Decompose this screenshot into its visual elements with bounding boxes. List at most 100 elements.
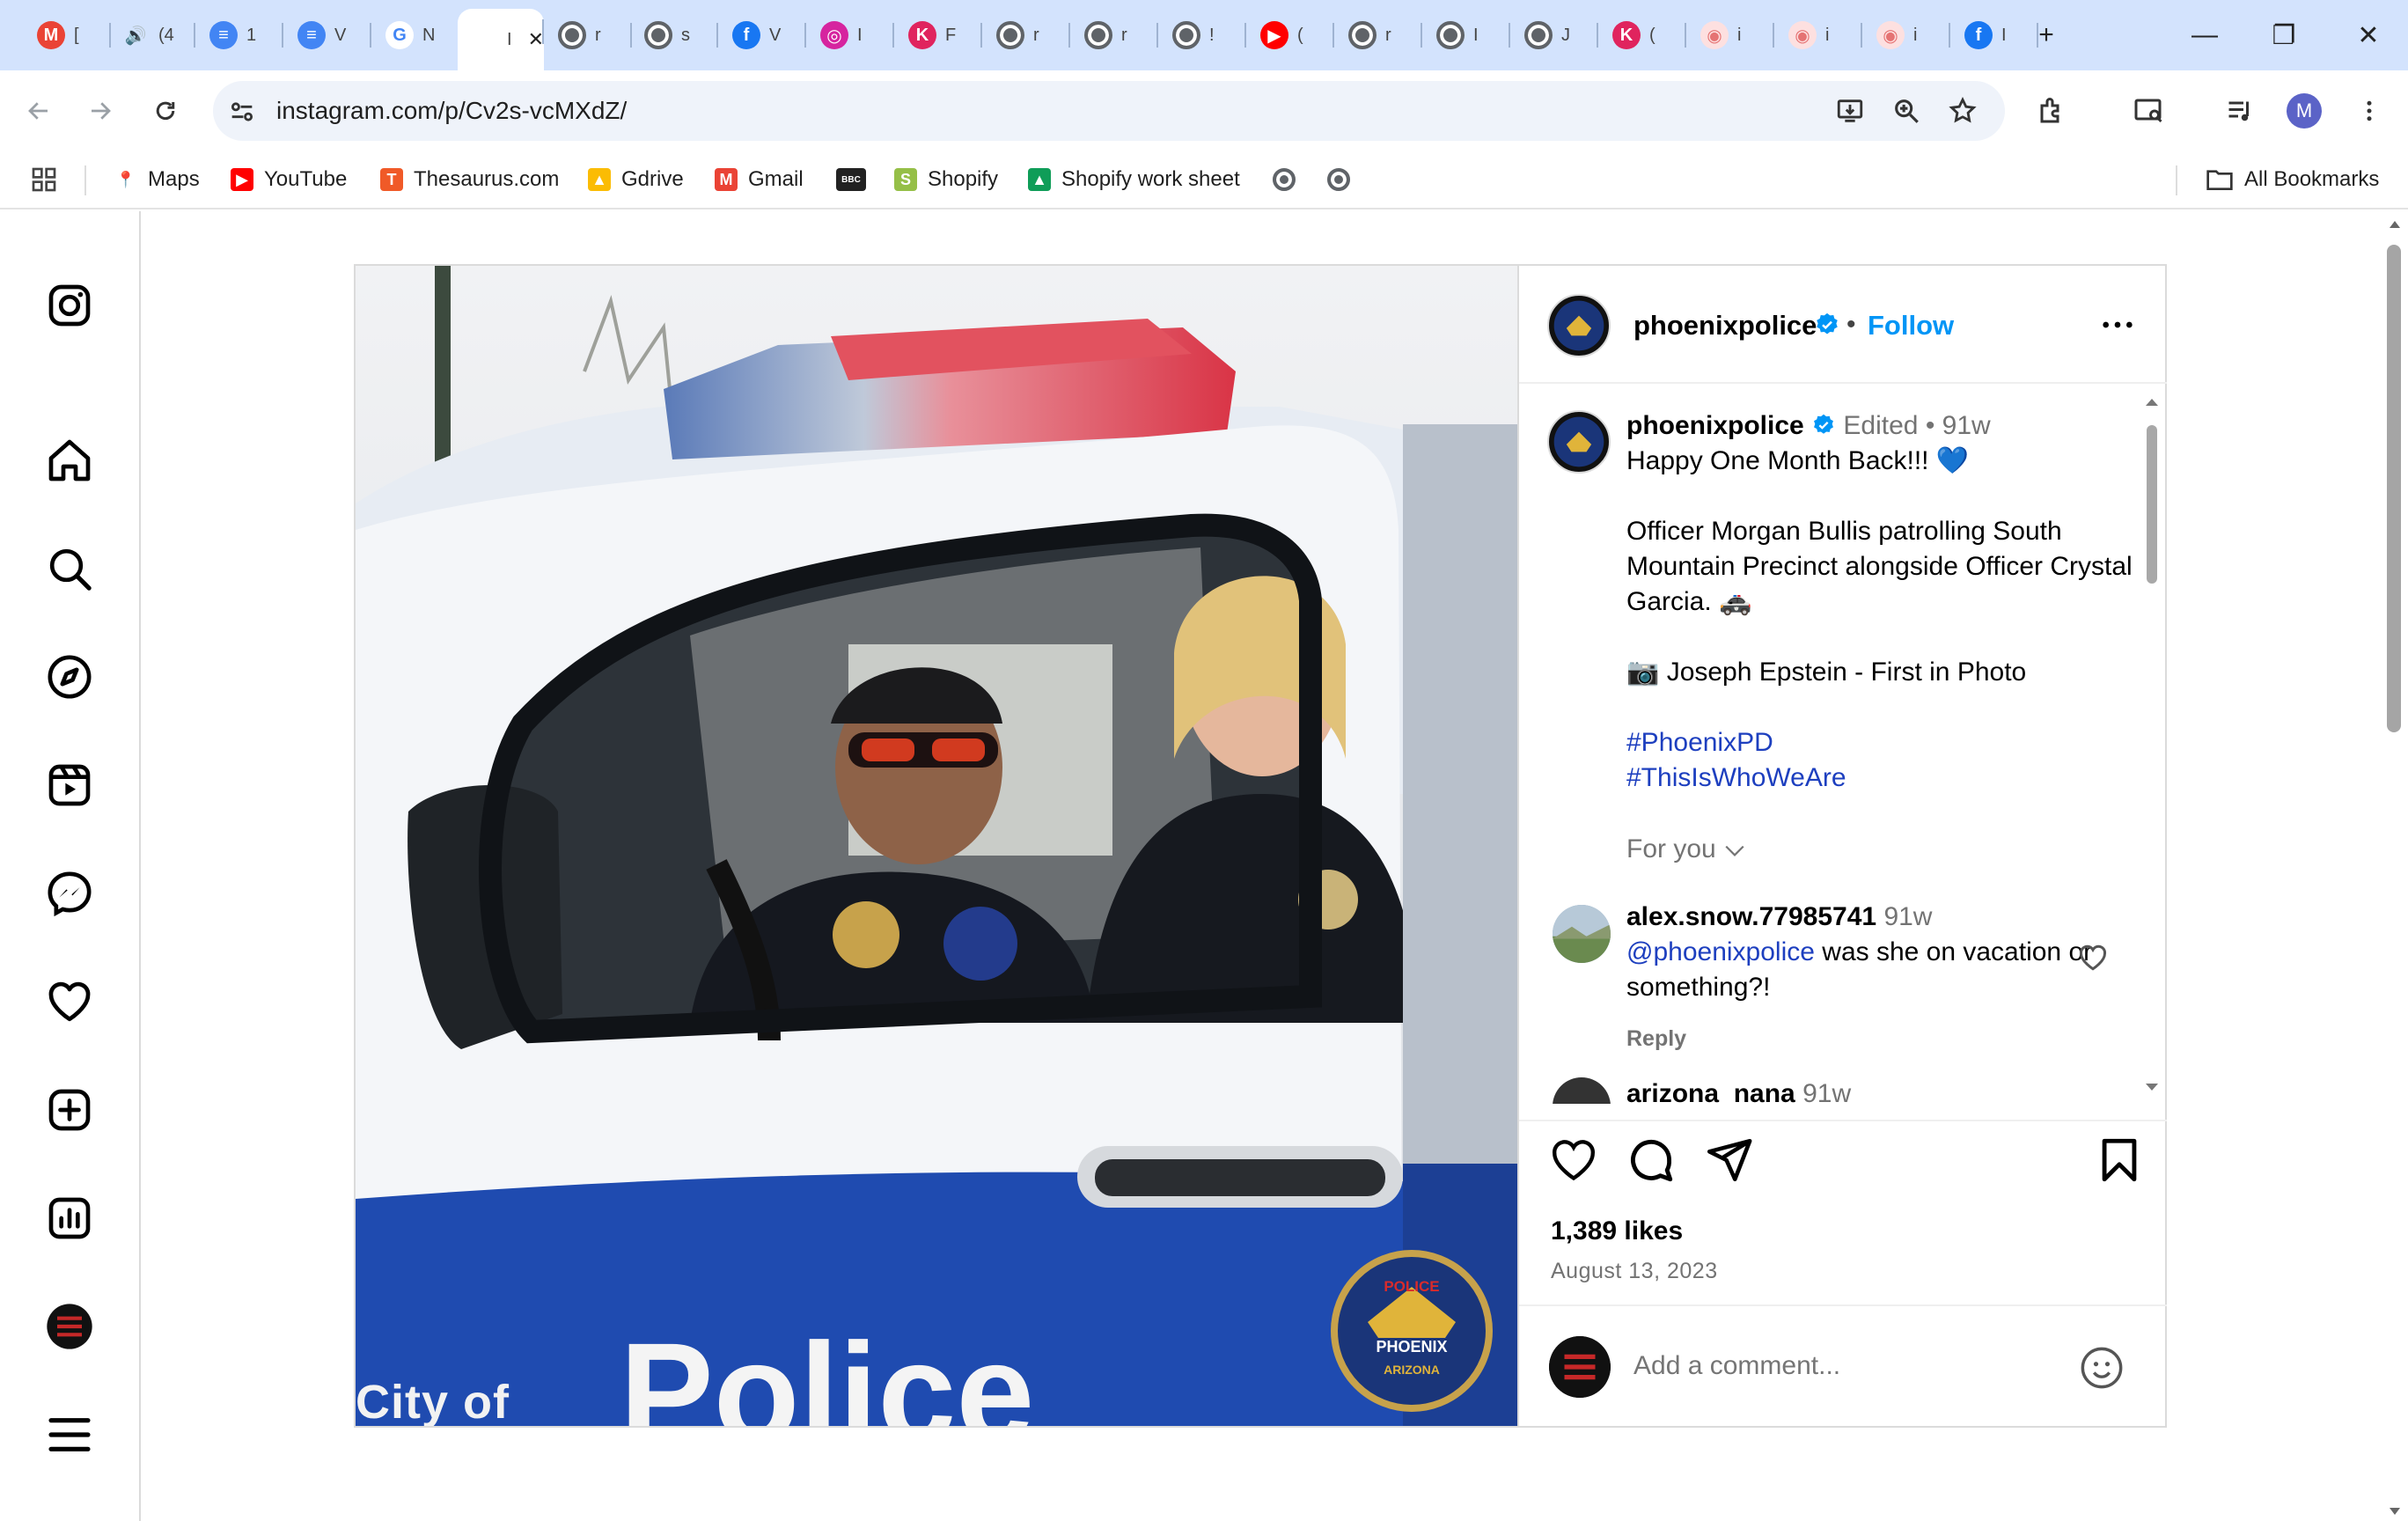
- profile-button[interactable]: M: [2280, 86, 2329, 136]
- post-photo[interactable]: City of Police POLICE PHOENIX ARIZONA: [356, 266, 1517, 1426]
- phoenixpolice-avatar[interactable]: [1547, 294, 1611, 357]
- for-you-dropdown[interactable]: For you: [1626, 834, 2137, 864]
- bookmark-item[interactable]: S Shopify: [894, 164, 998, 195]
- messenger-icon[interactable]: [40, 864, 99, 922]
- scroll-down-arrow-icon[interactable]: [2142, 1081, 2162, 1093]
- profile-avatar[interactable]: [40, 1297, 99, 1356]
- browser-tab[interactable]: ≡ V: [285, 12, 371, 58]
- back-button[interactable]: [14, 86, 63, 136]
- more-options-icon[interactable]: [2100, 312, 2135, 338]
- browser-tab[interactable]: ◉ i: [1688, 12, 1774, 58]
- instagram-logo-icon[interactable]: [40, 276, 99, 334]
- comments-scrollbar[interactable]: [2142, 396, 2162, 1093]
- browser-tab[interactable]: fV: [720, 12, 806, 58]
- search-icon[interactable]: [40, 540, 99, 598]
- page-scroll-up-icon[interactable]: [2387, 218, 2403, 231]
- install-app-icon[interactable]: [1825, 86, 1875, 136]
- media-controls-icon[interactable]: [2216, 86, 2265, 136]
- share-button[interactable]: [1700, 1132, 1757, 1188]
- browser-tab[interactable]: s: [632, 12, 718, 58]
- scrollbar-thumb[interactable]: [2147, 425, 2157, 584]
- reels-icon[interactable]: [40, 756, 99, 814]
- minimize-button[interactable]: —: [2183, 16, 2227, 55]
- browser-tab[interactable]: r: [1072, 12, 1158, 58]
- browser-tab[interactable]: KF: [896, 12, 982, 58]
- hashtag-phoenixpd[interactable]: #PhoenixPD: [1626, 725, 2137, 760]
- apps-icon[interactable]: [30, 164, 58, 195]
- header-username[interactable]: phoenixpolice: [1633, 310, 1817, 342]
- page-scrollbar[interactable]: [2382, 211, 2408, 1521]
- explore-icon[interactable]: [40, 648, 99, 706]
- heart-icon[interactable]: [40, 973, 99, 1031]
- caption-avatar[interactable]: [1547, 410, 1611, 474]
- browser-tab[interactable]: 🔊 (4: [109, 12, 195, 58]
- page-scrollbar-thumb[interactable]: [2387, 245, 2401, 732]
- create-icon[interactable]: [40, 1081, 99, 1139]
- url-text[interactable]: instagram.com/p/Cv2s-vcMXdZ/: [276, 97, 627, 125]
- bookmark-item[interactable]: M Gmail: [715, 164, 804, 195]
- comment-like-icon[interactable]: [2077, 942, 2109, 974]
- bookmark-item[interactable]: [1327, 164, 1350, 195]
- comment-username-2[interactable]: arizona_nana: [1626, 1079, 1795, 1104]
- caption-username[interactable]: phoenixpolice: [1626, 411, 1804, 440]
- reply-button[interactable]: Reply: [1626, 1021, 2119, 1056]
- bookmark-item[interactable]: BBC: [836, 164, 866, 195]
- scroll-up-arrow-icon[interactable]: [2142, 396, 2162, 408]
- dashboard-icon[interactable]: [40, 1189, 99, 1247]
- browser-tab[interactable]: r: [1336, 12, 1422, 58]
- commenter-avatar[interactable]: [1553, 905, 1611, 963]
- bookmark-star-icon[interactable]: [1938, 86, 1987, 136]
- new-tab-button[interactable]: +: [2024, 16, 2068, 55]
- all-bookmarks-button[interactable]: All Bookmarks: [2206, 164, 2379, 195]
- restore-button[interactable]: ❐: [2262, 16, 2306, 55]
- bookmark-item[interactable]: [1273, 164, 1296, 195]
- page-scroll-down-icon[interactable]: [2387, 1505, 2403, 1517]
- add-comment-input[interactable]: [1633, 1341, 2056, 1391]
- hashtag-thisiswhoweare[interactable]: #ThisIsWhoWeAre: [1626, 760, 2137, 796]
- tab-search-icon[interactable]: [2125, 86, 2174, 136]
- comment-mention[interactable]: @phoenixpolice: [1626, 937, 1815, 966]
- browser-tab[interactable]: GN: [373, 12, 459, 58]
- caption-age[interactable]: 91w: [1942, 411, 1991, 440]
- commenter-avatar-2[interactable]: [1553, 1077, 1611, 1104]
- bookmark-item[interactable]: T Thesaurus.com: [380, 164, 559, 195]
- home-icon[interactable]: [40, 431, 99, 489]
- comments-area[interactable]: phoenixpolice Edited • 91w Happy One Mon…: [1519, 386, 2167, 1104]
- close-tab-icon[interactable]: ✕: [528, 28, 544, 51]
- bookmark-item[interactable]: ▶ YouTube: [231, 164, 347, 195]
- follow-button[interactable]: Follow: [1868, 310, 1954, 342]
- bookmark-item[interactable]: ▲ Gdrive: [588, 164, 684, 195]
- save-button[interactable]: [2091, 1132, 2147, 1188]
- post-date[interactable]: August 13, 2023: [1551, 1259, 1718, 1284]
- reload-button[interactable]: [141, 86, 190, 136]
- likes-count[interactable]: 1,389 likes: [1551, 1216, 1683, 1246]
- like-button[interactable]: [1545, 1132, 1602, 1188]
- browser-tab[interactable]: r: [546, 12, 632, 58]
- browser-tab[interactable]: ≡ 1: [197, 12, 283, 58]
- chrome-menu-icon[interactable]: [2345, 86, 2394, 136]
- browser-tab[interactable]: ◎ I: [808, 12, 894, 58]
- address-bar[interactable]: instagram.com/p/Cv2s-vcMXdZ/: [213, 81, 2005, 141]
- browser-tab[interactable]: !: [1160, 12, 1246, 58]
- comment-username[interactable]: alex.snow.77985741: [1626, 902, 1876, 931]
- site-settings-icon[interactable]: [227, 97, 257, 127]
- browser-tab[interactable]: ◉ i: [1776, 12, 1862, 58]
- browser-tab[interactable]: J: [1512, 12, 1598, 58]
- forward-button[interactable]: [76, 86, 125, 136]
- close-window-button[interactable]: ✕: [2346, 16, 2390, 55]
- k-icon: K: [908, 21, 936, 49]
- emoji-icon[interactable]: [2079, 1345, 2125, 1391]
- menu-icon[interactable]: [40, 1406, 99, 1464]
- extensions-icon[interactable]: [2028, 86, 2077, 136]
- comment-button[interactable]: [1623, 1132, 1679, 1188]
- browser-tab[interactable]: ◉ i: [1864, 12, 1950, 58]
- browser-tab[interactable]: M[: [25, 12, 111, 58]
- browser-tab[interactable]: K(: [1600, 12, 1686, 58]
- bookmark-item[interactable]: 📍 Maps: [114, 164, 200, 195]
- browser-tab[interactable]: r: [984, 12, 1070, 58]
- bookmark-item[interactable]: ▲ Shopify work sheet: [1028, 164, 1240, 195]
- zoom-icon[interactable]: [1882, 86, 1931, 136]
- browser-tab[interactable]: I ✕: [458, 9, 544, 70]
- browser-tab[interactable]: I: [1424, 12, 1510, 58]
- browser-tab[interactable]: ▶(: [1248, 12, 1334, 58]
